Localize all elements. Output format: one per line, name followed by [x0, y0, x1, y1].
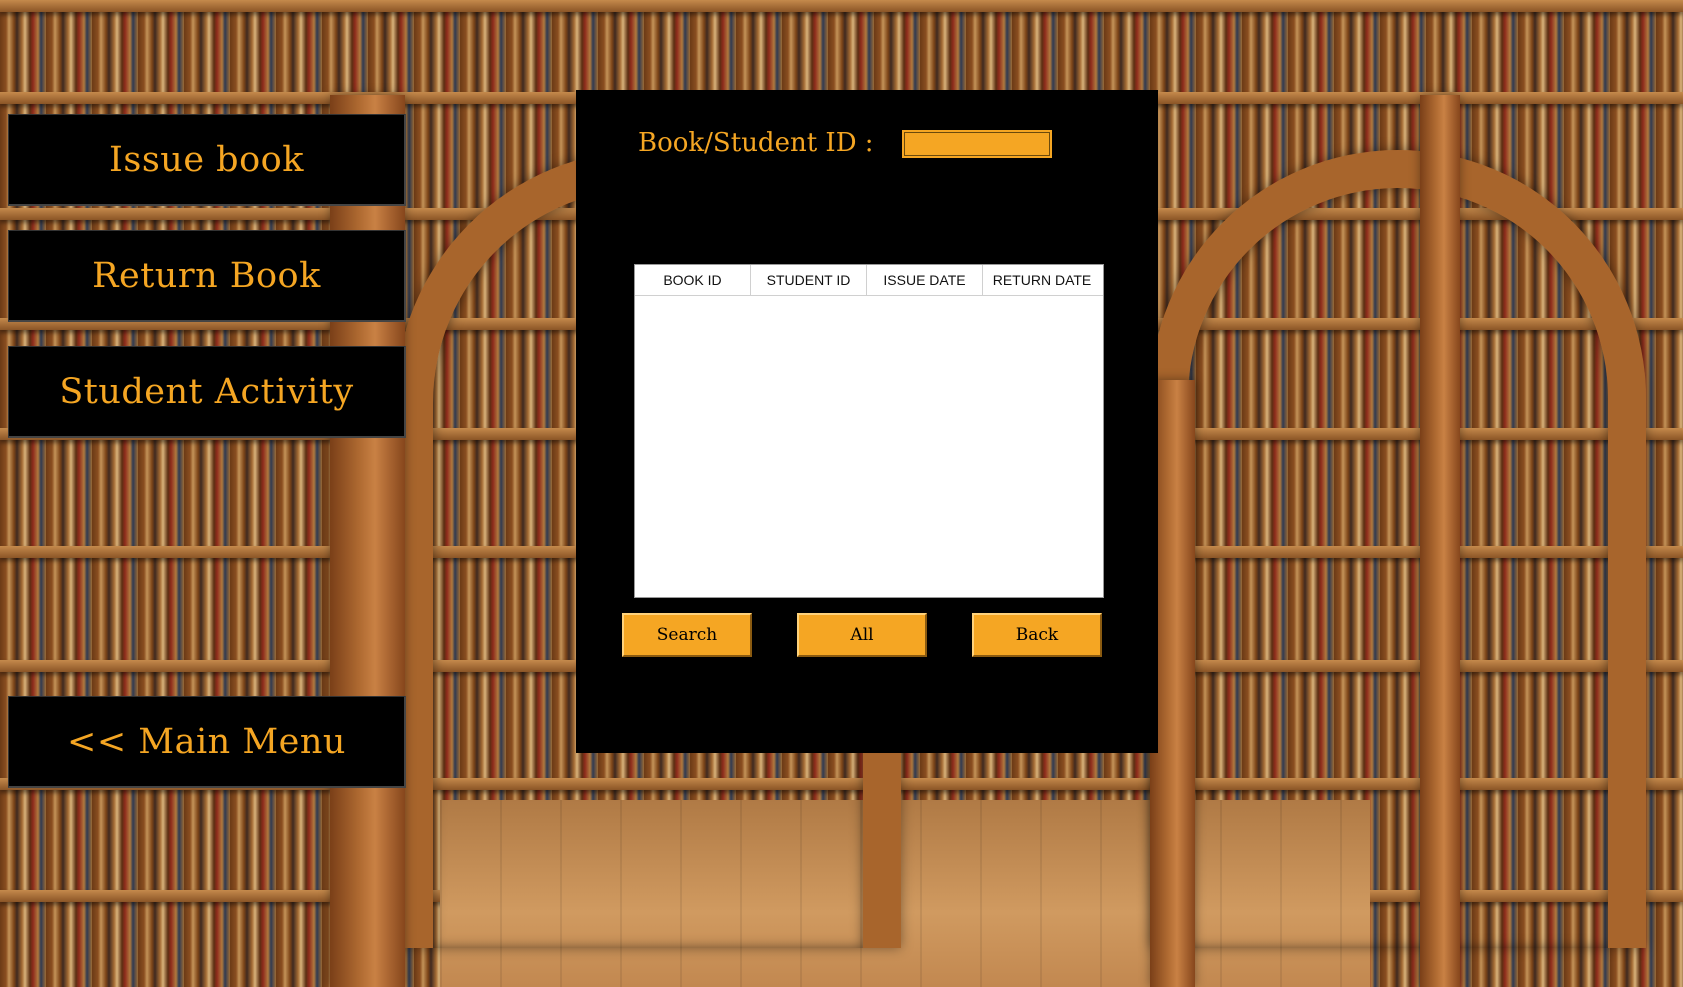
activity-table[interactable]: BOOK ID STUDENT ID ISSUE DATE RETURN DAT… [634, 264, 1104, 598]
book-student-id-input[interactable] [902, 130, 1052, 158]
search-button[interactable]: Search [622, 613, 752, 657]
student-activity-panel: Book/Student ID : BOOK ID STUDENT ID ISS… [576, 90, 1158, 753]
issue-book-button[interactable]: Issue book [8, 114, 406, 206]
table-body[interactable] [635, 296, 1103, 597]
column-header-issue-date[interactable]: ISSUE DATE [867, 265, 983, 295]
main-menu-button[interactable]: << Main Menu [8, 696, 406, 788]
column-header-student-id[interactable]: STUDENT ID [751, 265, 867, 295]
column-header-return-date[interactable]: RETURN DATE [983, 265, 1101, 295]
column-header-book-id[interactable]: BOOK ID [635, 265, 751, 295]
table-header: BOOK ID STUDENT ID ISSUE DATE RETURN DAT… [635, 265, 1103, 296]
back-button[interactable]: Back [972, 613, 1102, 657]
student-activity-button[interactable]: Student Activity [8, 346, 406, 438]
book-student-id-label: Book/Student ID : [638, 128, 874, 158]
all-button[interactable]: All [797, 613, 927, 657]
return-book-button[interactable]: Return Book [8, 230, 406, 322]
